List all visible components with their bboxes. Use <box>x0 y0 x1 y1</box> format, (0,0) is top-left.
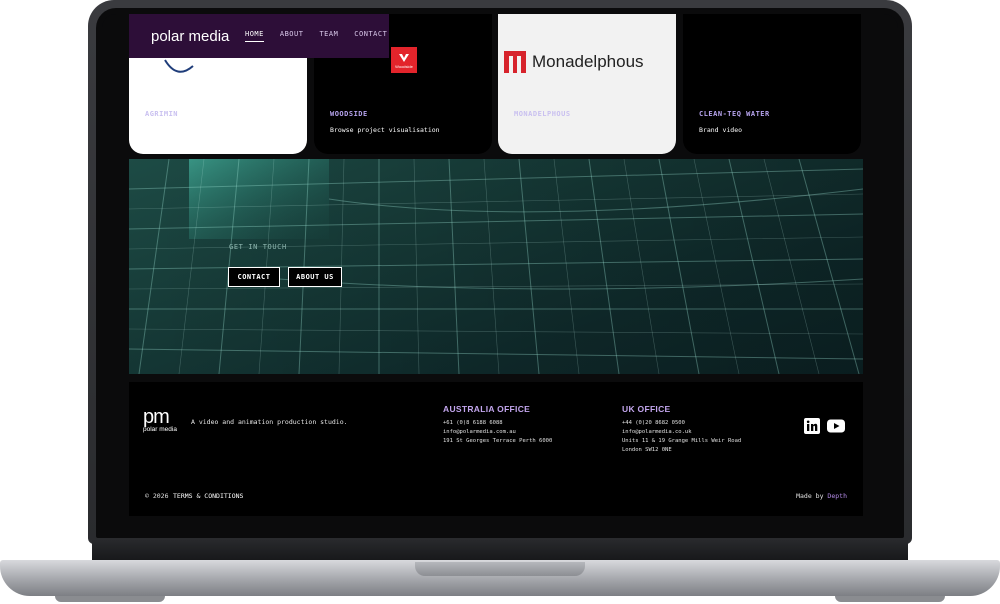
card-subtitle: Brand video <box>699 126 743 134</box>
nav-link-contact[interactable]: CONTACT <box>354 30 387 42</box>
card-title: WOODSIDE <box>330 110 368 118</box>
brand-logo[interactable]: polar media <box>151 28 235 45</box>
website-screen: AGRIMIN Woodside WOODSIDE Browse project… <box>102 14 898 534</box>
laptop-opening-notch <box>415 562 585 576</box>
woodside-leaf-icon <box>399 53 409 62</box>
project-card-monadelphous[interactable]: Monadelphous MONADELPHOUS <box>498 14 676 154</box>
nav-link-team[interactable]: TEAM <box>319 30 338 42</box>
uk-address-line-2: London SW12 0NE <box>622 447 672 453</box>
card-title: MONADELPHOUS <box>514 110 571 118</box>
monadelphous-mark-icon <box>504 51 526 73</box>
australia-email[interactable]: info@polarmedia.com.au <box>443 429 516 435</box>
uk-email[interactable]: info@polarmedia.co.uk <box>622 429 692 435</box>
contact-banner: GET IN TOUCH CONTACT ABOUT US <box>129 159 863 374</box>
made-by-credit: Made by Depth <box>796 492 847 500</box>
nav-links: HOME ABOUT TEAM CONTACT <box>245 30 387 42</box>
site-footer: pm polar media A video and animation pro… <box>129 382 863 516</box>
laptop-foot-left <box>55 596 165 602</box>
project-card-clean-teq[interactable]: CLEAN-TEQ WATER Brand video <box>683 14 861 154</box>
woodside-logo: Woodside <box>391 47 417 73</box>
banner-caption: GET IN TOUCH <box>229 243 287 251</box>
top-nav: polar media HOME ABOUT TEAM CONTACT <box>129 14 389 58</box>
uk-address-line-1: Units 11 & 19 Grange Mills Weir Road <box>622 438 742 444</box>
monadelphous-logo: Monadelphous <box>498 14 676 104</box>
footer-logo[interactable]: pm polar media <box>143 407 177 433</box>
footer-tagline: A video and animation production studio. <box>191 418 348 426</box>
australia-address: 191 St Georges Terrace Perth 6000 <box>443 438 553 444</box>
card-title: AGRIMIN <box>145 110 179 118</box>
uk-office-title: UK OFFICE <box>622 404 671 414</box>
australia-office-title: AUSTRALIA OFFICE <box>443 404 531 414</box>
contact-button[interactable]: CONTACT <box>228 267 280 287</box>
laptop-hinge <box>92 540 908 562</box>
card-title: CLEAN-TEQ WATER <box>699 110 770 118</box>
copyright-text: © 2026 <box>145 492 169 500</box>
uk-phone[interactable]: +44 (0)20 8682 0500 <box>622 420 685 426</box>
laptop-foot-right <box>835 596 945 602</box>
nav-link-home[interactable]: HOME <box>245 30 264 42</box>
youtube-icon[interactable] <box>827 418 845 434</box>
terms-link[interactable]: TERMS & CONDITIONS <box>173 492 243 500</box>
card-subtitle: Browse project visualisation <box>330 126 440 134</box>
depth-link[interactable]: Depth <box>827 492 847 500</box>
linkedin-icon[interactable] <box>804 418 820 434</box>
australia-phone[interactable]: +61 (0)8 6188 6088 <box>443 420 503 426</box>
about-us-button[interactable]: ABOUT US <box>288 267 342 287</box>
nav-link-about[interactable]: ABOUT <box>280 30 304 42</box>
